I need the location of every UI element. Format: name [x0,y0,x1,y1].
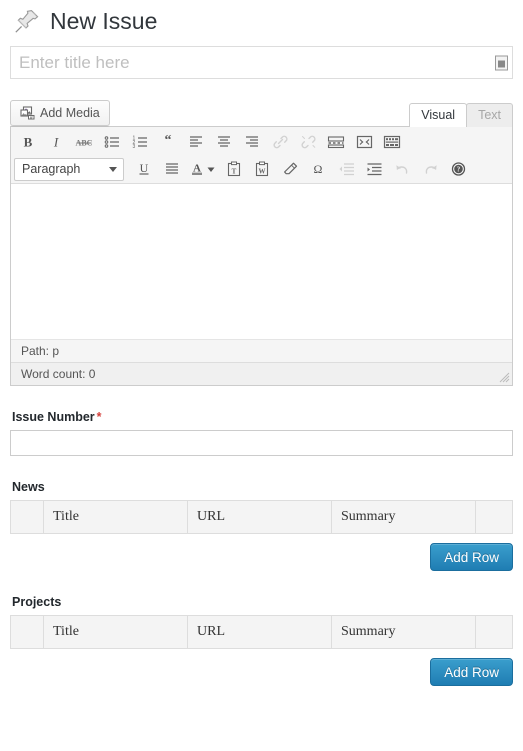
tab-text[interactable]: Text [466,103,513,127]
text-color-icon[interactable]: A [186,157,220,181]
title-field-wrapper [10,46,513,79]
page-header: New Issue [10,0,513,40]
unlink-icon[interactable] [294,130,322,154]
format-select-value: Paragraph [22,162,81,176]
numbered-list-icon[interactable]: 1 2 3 [126,130,154,154]
help-icon[interactable]: ? [444,157,472,181]
resize-grip-icon[interactable] [499,372,510,383]
align-right-icon[interactable] [238,130,266,154]
editor-media-bar: Add Media Visual Text [10,100,513,127]
new-issue-page: New Issue Add Medi [0,0,523,751]
svg-text:U: U [140,161,149,175]
editor-toolbar-row-1: B I ABC 1 2 3 “ [11,128,512,155]
add-media-label: Add Media [40,106,100,120]
page-title: New Issue [50,7,158,34]
svg-text:Ω: Ω [314,162,323,176]
tab-visual[interactable]: Visual [409,103,468,127]
post-title-input[interactable] [10,46,513,79]
news-footer: Add Row [10,543,513,571]
editor-element-path: Path: p [11,340,512,363]
svg-text:W: W [259,168,266,176]
word-count-label: Word count: 0 [21,367,96,381]
chevron-down-icon [109,166,117,172]
projects-add-row-button[interactable]: Add Row [430,658,513,686]
outdent-icon[interactable] [332,157,360,181]
svg-text:B: B [24,134,33,149]
projects-col-url: URL [187,615,332,649]
undo-icon[interactable] [388,157,416,181]
indent-icon[interactable] [360,157,388,181]
projects-footer: Add Row [10,658,513,686]
fullscreen-icon[interactable] [350,130,378,154]
align-justify-icon[interactable] [158,157,186,181]
strikethrough-icon[interactable]: ABC [70,130,98,154]
align-left-icon[interactable] [182,130,210,154]
projects-table-header-row: Title URL Summary [10,615,513,649]
svg-text:T: T [232,168,237,176]
svg-text:3: 3 [132,144,135,150]
editor-word-count: Word count: 0 [11,363,512,385]
insert-link-icon[interactable] [266,130,294,154]
editor-box: B I ABC 1 2 3 “ Paragraph U A T W Ω ? Pa… [10,126,513,386]
editor-toolbar: B I ABC 1 2 3 “ Paragraph U A T W Ω ? [11,127,512,184]
blockquote-icon[interactable]: “ [154,130,182,154]
news-col-title: Title [43,500,188,534]
required-asterisk: * [96,410,102,424]
redo-icon[interactable] [416,157,444,181]
italic-icon[interactable]: I [42,130,70,154]
underline-icon[interactable]: U [130,157,158,181]
content-editor: Add Media Visual Text B I ABC 1 2 3 “ Pa… [10,100,513,386]
special-character-icon[interactable]: Ω [304,157,332,181]
news-col-handle [10,500,44,534]
kitchen-sink-icon[interactable] [378,130,406,154]
news-add-row-button[interactable]: Add Row [430,543,513,571]
projects-table: Title URL Summary [10,615,513,649]
news-table: Title URL Summary [10,500,513,534]
projects-col-actions [475,615,513,649]
editor-content-area[interactable] [11,184,512,340]
editor-mode-tabs: Visual Text [409,103,513,127]
news-col-url: URL [187,500,332,534]
insert-more-tag-icon[interactable] [322,130,350,154]
projects-col-summary: Summary [331,615,476,649]
projects-col-title: Title [43,615,188,649]
news-col-summary: Summary [331,500,476,534]
issue-number-label-text: Issue Number [12,410,95,424]
news-table-header-row: Title URL Summary [10,500,513,534]
paste-as-text-icon[interactable]: T [220,157,248,181]
paste-from-word-icon[interactable]: W [248,157,276,181]
issue-number-group: Issue Number * [10,410,513,456]
svg-text:I: I [53,134,59,149]
projects-col-handle [10,615,44,649]
pushpin-icon [12,6,42,36]
editor-status-bar: Path: p Word count: 0 [11,340,512,385]
issue-number-input[interactable] [10,430,513,456]
news-label: News [12,480,45,494]
media-images-icon [20,106,35,120]
news-col-actions [475,500,513,534]
svg-text:“: “ [165,134,172,148]
news-repeater: News Title URL Summary Add Row [10,480,513,571]
bold-icon[interactable]: B [14,130,42,154]
bulleted-list-icon[interactable] [98,130,126,154]
form-autofill-icon[interactable] [495,55,508,70]
align-center-icon[interactable] [210,130,238,154]
format-select[interactable]: Paragraph [14,157,124,181]
clear-formatting-icon[interactable] [276,157,304,181]
add-media-button[interactable]: Add Media [10,100,110,126]
projects-label: Projects [12,595,62,609]
editor-toolbar-row-2: Paragraph U A T W Ω ? [11,155,512,183]
projects-repeater: Projects Title URL Summary Add Row [10,595,513,686]
issue-number-label: Issue Number * [12,410,513,424]
svg-text:?: ? [456,166,460,174]
